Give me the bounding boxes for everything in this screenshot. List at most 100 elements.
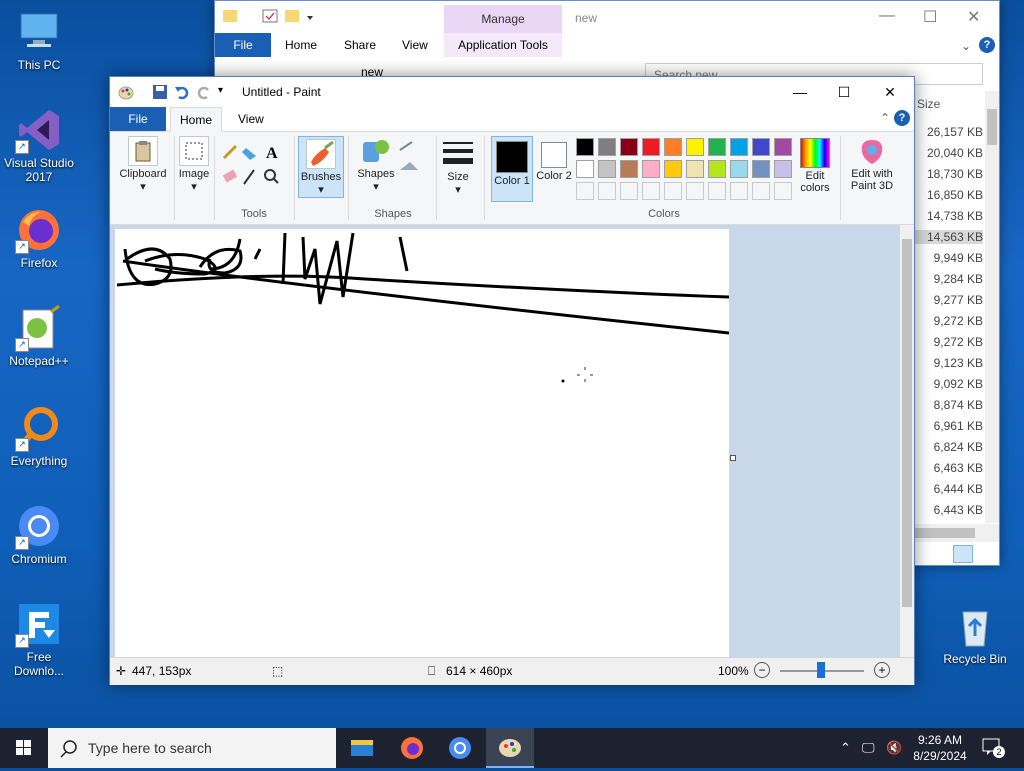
- taskbar-paint[interactable]: [486, 728, 534, 768]
- maximize-icon[interactable]: ☐: [828, 81, 860, 103]
- large-icons-view-icon[interactable]: [977, 545, 995, 563]
- zoom-slider-thumb[interactable]: [817, 662, 825, 678]
- size-item[interactable]: 9,949 KB: [903, 251, 983, 265]
- explorer-tab-file[interactable]: File: [215, 33, 271, 57]
- taskbar-file-explorer[interactable]: [338, 728, 386, 768]
- size-item[interactable]: 18,730 KB: [903, 167, 983, 181]
- custom-color-slot[interactable]: [708, 182, 726, 200]
- save-icon[interactable]: [152, 84, 168, 100]
- volume-muted-icon[interactable]: 🔇: [886, 740, 902, 756]
- palette-color-swatch[interactable]: [730, 138, 748, 156]
- canvas-area[interactable]: [110, 225, 900, 657]
- edit-colors-button[interactable]: Edit colors: [794, 136, 836, 194]
- size-item[interactable]: 14,563 KB: [903, 230, 983, 244]
- shapes-button[interactable]: Shapes ▾: [354, 136, 398, 193]
- image-button[interactable]: Image ▾: [176, 136, 212, 193]
- palette-color-swatch[interactable]: [598, 160, 616, 178]
- size-item[interactable]: 6,463 KB: [903, 461, 983, 475]
- notification-center-button[interactable]: 2: [982, 738, 1006, 758]
- taskbar-firefox[interactable]: [388, 728, 436, 768]
- desktop-icon-everything[interactable]: ↗ Everything: [0, 404, 78, 468]
- resize-handle[interactable]: [730, 455, 736, 461]
- custom-color-slot[interactable]: [774, 182, 792, 200]
- palette-color-swatch[interactable]: [752, 160, 770, 178]
- size-button[interactable]: Size ▾: [440, 136, 476, 196]
- palette-color-swatch[interactable]: [576, 138, 594, 156]
- explorer-horizontal-scrollbar[interactable]: [915, 524, 999, 542]
- desktop-icon-notepadpp[interactable]: ↗ Notepad++: [0, 304, 78, 368]
- size-item[interactable]: 6,824 KB: [903, 440, 983, 454]
- palette-color-swatch[interactable]: [664, 138, 682, 156]
- size-item[interactable]: 9,272 KB: [903, 335, 983, 349]
- palette-color-swatch[interactable]: [708, 160, 726, 178]
- desktop-icon-firefox[interactable]: ↗ Firefox: [0, 206, 78, 270]
- start-button[interactable]: [0, 728, 48, 768]
- size-item[interactable]: 8,874 KB: [903, 398, 983, 412]
- size-item[interactable]: 16,850 KB: [903, 188, 983, 202]
- custom-color-slot[interactable]: [620, 182, 638, 200]
- palette-color-swatch[interactable]: [598, 138, 616, 156]
- paint-tab-file[interactable]: File: [110, 107, 166, 131]
- custom-color-slot[interactable]: [664, 182, 682, 200]
- palette-color-swatch[interactable]: [752, 138, 770, 156]
- size-column-header[interactable]: Size: [917, 97, 940, 111]
- paint-window[interactable]: ▾ Untitled - Paint — ☐ ✕ File Home View …: [109, 76, 915, 685]
- explorer-tab-share[interactable]: Share: [344, 38, 376, 52]
- desktop-icon-visual-studio[interactable]: ↗ Visual Studio 2017: [0, 106, 78, 184]
- paint-tab-view[interactable]: View: [238, 112, 264, 126]
- explorer-quick-access-icon[interactable]: [223, 9, 313, 25]
- size-item[interactable]: 9,092 KB: [903, 377, 983, 391]
- desktop-icon-recycle-bin[interactable]: Recycle Bin: [936, 602, 1014, 666]
- maximize-icon[interactable]: ☐: [923, 7, 937, 27]
- size-item[interactable]: 9,123 KB: [903, 356, 983, 370]
- drawing-canvas[interactable]: [115, 229, 730, 657]
- explorer-tab-home[interactable]: Home: [285, 38, 317, 52]
- redo-icon[interactable]: [196, 84, 212, 100]
- palette-color-swatch[interactable]: [664, 160, 682, 178]
- chevron-up-icon[interactable]: ⌃: [880, 111, 890, 125]
- explorer-tab-view[interactable]: View: [402, 38, 428, 52]
- custom-color-slot[interactable]: [576, 182, 594, 200]
- palette-color-swatch[interactable]: [620, 138, 638, 156]
- undo-icon[interactable]: [174, 84, 190, 100]
- tools-icons[interactable]: A: [222, 142, 284, 188]
- size-item[interactable]: 14,738 KB: [903, 209, 983, 223]
- custom-color-slot[interactable]: [752, 182, 770, 200]
- desktop-icon-this-pc[interactable]: This PC: [0, 8, 78, 72]
- palette-color-swatch[interactable]: [730, 160, 748, 178]
- size-item[interactable]: 6,444 KB: [903, 482, 983, 496]
- help-icon[interactable]: ?: [979, 37, 995, 53]
- canvas-vertical-scrollbar[interactable]: [900, 225, 914, 657]
- size-item[interactable]: 26,157 KB: [903, 125, 983, 139]
- minimize-icon[interactable]: —: [879, 7, 895, 25]
- close-icon[interactable]: ✕: [874, 81, 906, 103]
- color1-button[interactable]: Color 1: [491, 136, 533, 202]
- zoom-out-button[interactable]: −: [754, 662, 770, 678]
- paint-tab-home[interactable]: Home: [170, 107, 222, 132]
- chevron-up-icon[interactable]: ⌃: [840, 740, 851, 756]
- explorer-tab-application-tools[interactable]: Application Tools: [444, 33, 562, 57]
- size-item[interactable]: 6,961 KB: [903, 419, 983, 433]
- size-item[interactable]: 9,277 KB: [903, 293, 983, 307]
- custom-color-slot[interactable]: [598, 182, 616, 200]
- palette-color-swatch[interactable]: [774, 160, 792, 178]
- explorer-vertical-scrollbar[interactable]: [985, 91, 999, 523]
- size-item[interactable]: 9,272 KB: [903, 314, 983, 328]
- brushes-button[interactable]: Brushes ▾: [298, 136, 344, 198]
- palette-color-swatch[interactable]: [642, 160, 660, 178]
- zoom-in-button[interactable]: +: [874, 662, 890, 678]
- paint-titlebar[interactable]: ▾ Untitled - Paint — ☐ ✕: [110, 77, 914, 107]
- palette-color-swatch[interactable]: [774, 138, 792, 156]
- taskbar-search-box[interactable]: Type here to search: [48, 728, 336, 768]
- outline-fill-icons[interactable]: [398, 140, 422, 176]
- color2-button[interactable]: Color 2: [534, 136, 574, 182]
- close-icon[interactable]: ✕: [967, 7, 980, 27]
- minimize-icon[interactable]: —: [784, 81, 816, 103]
- network-icon[interactable]: 🖵: [862, 740, 875, 756]
- palette-color-swatch[interactable]: [686, 138, 704, 156]
- palette-color-swatch[interactable]: [642, 138, 660, 156]
- custom-color-slot[interactable]: [686, 182, 704, 200]
- help-icon[interactable]: ?: [894, 110, 910, 126]
- details-view-icon[interactable]: [953, 545, 973, 563]
- explorer-titlebar[interactable]: Manage new — ☐ ✕: [215, 1, 999, 33]
